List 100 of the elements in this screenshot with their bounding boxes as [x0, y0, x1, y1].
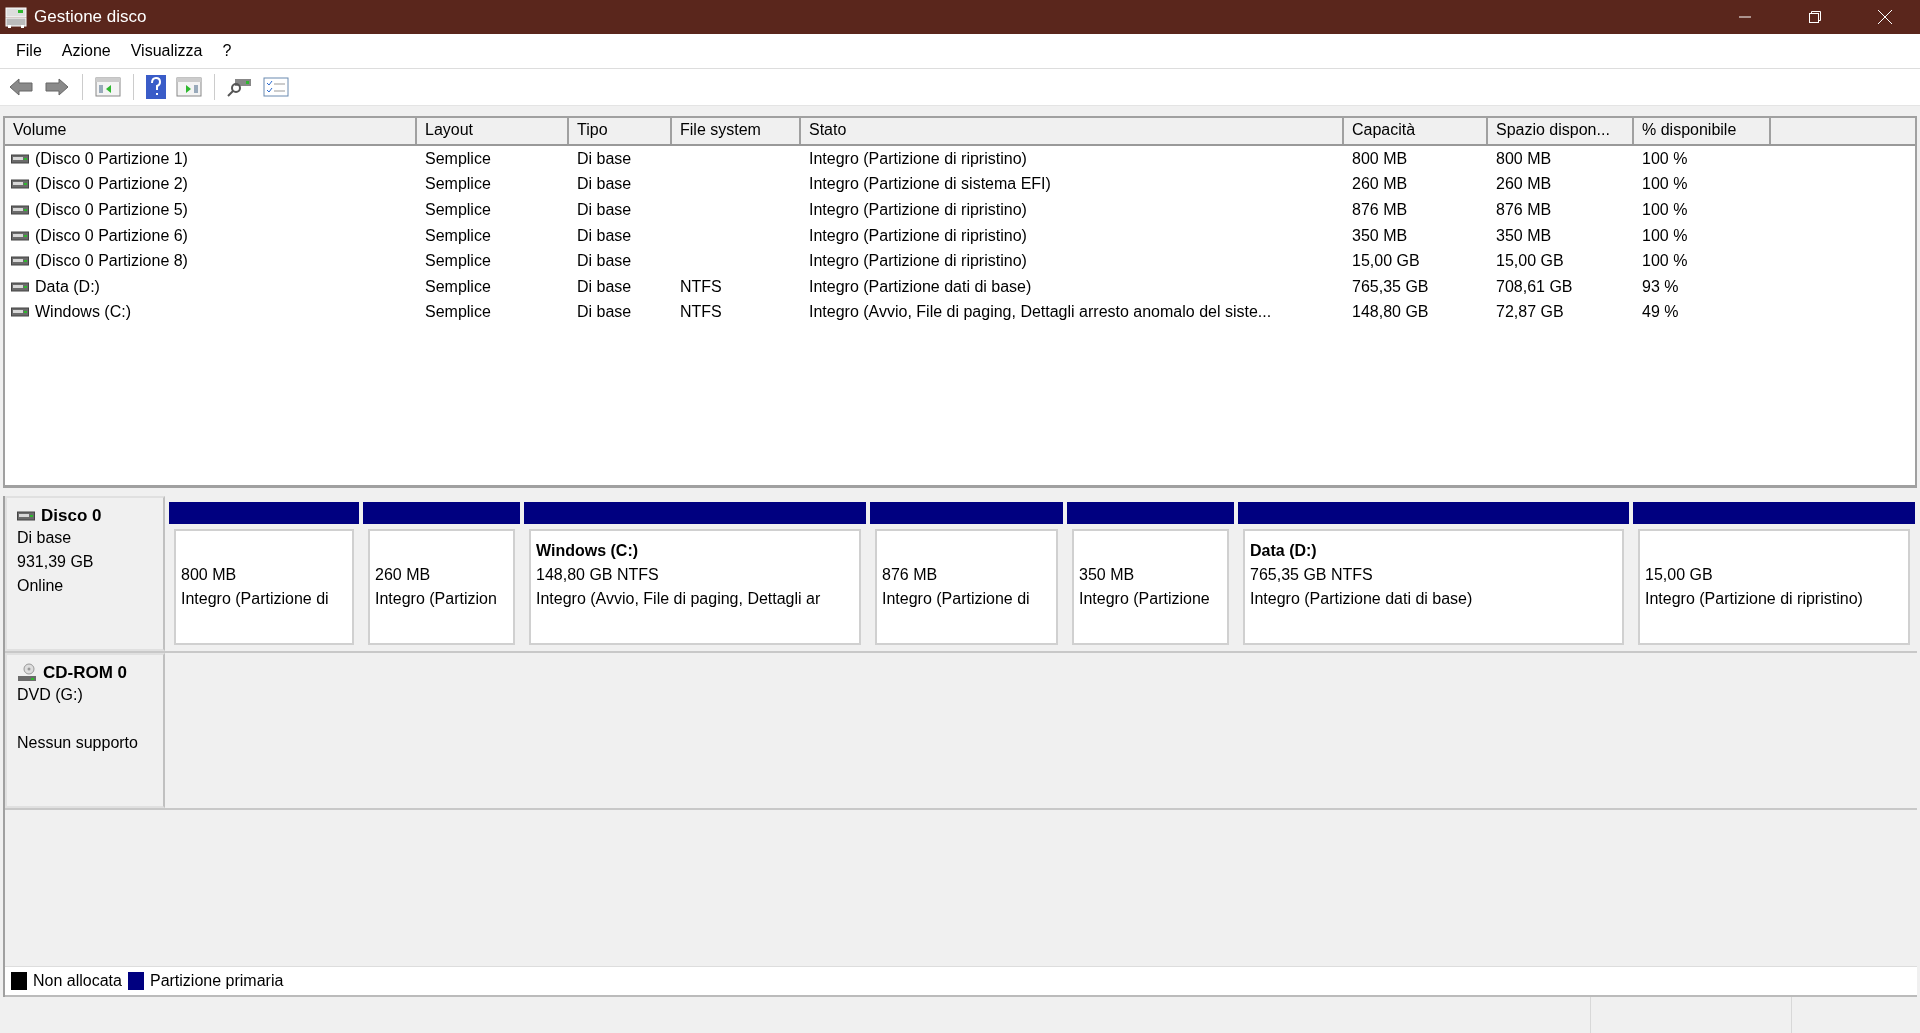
drive-icon — [11, 179, 29, 190]
table-cell: 876 MB — [1352, 201, 1408, 218]
disk-management-icon — [4, 6, 28, 28]
disk-info: DVD (G:) — [17, 686, 83, 703]
table-cell: Di base — [577, 303, 632, 321]
partition-block[interactable]: Windows (C:) 148,80 GB NTFS Integro (Avvio, File di paging, Dettagli ar — [524, 502, 866, 645]
disk-info: Online — [17, 577, 64, 594]
table-cell: 72,87 GB — [1496, 303, 1564, 321]
partition-block[interactable]: 876 MB Integro (Partizione di — [870, 502, 1063, 645]
table-cell: 100 % — [1642, 175, 1688, 193]
column-header[interactable]: Capacità — [1344, 118, 1488, 144]
disk-label-panel[interactable]: CD-ROM 0 DVD (G:) Nessun supporto — [5, 653, 165, 808]
partition-status: Integro (Partizione dati di base) — [1250, 590, 1473, 607]
table-cell: (Disco 0 Partizione 6) — [35, 226, 188, 245]
table-cell: Di base — [577, 201, 632, 218]
table-cell: 15,00 GB — [1496, 252, 1564, 270]
partition-size: 800 MB — [181, 566, 237, 583]
legend-label: Non allocata — [33, 972, 122, 990]
table-cell: 148,80 GB — [1352, 303, 1429, 321]
drive-icon — [11, 307, 29, 318]
table-cell: Integro (Partizione di ripristino) — [809, 252, 1027, 270]
table-cell: Integro (Partizione di ripristino) — [809, 226, 1027, 244]
partition-status: Integro (Partizione di ripristino) — [1645, 590, 1863, 607]
column-header[interactable]: % disponibile — [1634, 118, 1771, 144]
table-cell: Di base — [577, 226, 632, 244]
menu-item[interactable]: File — [6, 38, 52, 64]
partition-size: 148,80 GB NTFS — [536, 566, 659, 583]
drive-icon — [11, 153, 29, 164]
partition-size: 15,00 GB — [1645, 566, 1713, 583]
partition-size: 876 MB — [882, 566, 938, 583]
close-icon — [1878, 10, 1892, 24]
table-cell: Di base — [577, 252, 632, 270]
partition-block[interactable]: 800 MB Integro (Partizione di — [169, 502, 359, 645]
help-button[interactable] — [144, 73, 168, 101]
partition-title: Windows (C:) — [536, 542, 639, 559]
table-cell: 260 MB — [1496, 175, 1552, 193]
partition-status: Integro (Avvio, File di paging, Dettagli ar — [536, 590, 821, 607]
partition-block[interactable]: 350 MB Integro (Partizione — [1067, 502, 1234, 645]
table-cell: (Disco 0 Partizione 2) — [35, 175, 188, 194]
partition-block[interactable]: 260 MB Integro (Partizion — [363, 502, 520, 645]
optical-drive-icon — [17, 663, 37, 683]
table-cell: Integro (Partizione di ripristino) — [809, 201, 1027, 218]
menu-item[interactable]: Visualizza — [120, 38, 213, 64]
table-cell: Semplice — [425, 303, 491, 321]
partition-status: Integro (Partizione di — [181, 590, 329, 607]
table-cell: Semplice — [425, 277, 491, 295]
table-cell: Di base — [577, 277, 632, 295]
table-cell: Semplice — [425, 226, 491, 244]
table-cell: Semplice — [425, 201, 491, 218]
table-cell: (Disco 0 Partizione 1) — [35, 149, 188, 168]
table-cell: (Disco 0 Partizione 5) — [35, 201, 188, 219]
table-cell: 49 % — [1642, 303, 1679, 321]
drive-icon — [11, 281, 29, 292]
partition-status: Integro (Partizione — [1079, 590, 1210, 607]
table-cell: Integro (Partizione di sistema EFI) — [809, 175, 1051, 193]
disk-info: Di base — [17, 529, 72, 546]
table-cell: 100 % — [1642, 201, 1688, 218]
disk-name: CD-ROM 0 — [43, 663, 128, 683]
table-cell: Di base — [577, 175, 632, 193]
column-header[interactable]: Layout — [417, 118, 569, 144]
column-header[interactable]: Tipo — [569, 118, 672, 144]
table-cell: 260 MB — [1352, 175, 1408, 193]
table-cell: 100 % — [1642, 149, 1688, 167]
column-header[interactable]: File system — [672, 118, 801, 144]
table-cell: Data (D:) — [35, 277, 100, 296]
table-cell: 765,35 GB — [1352, 277, 1429, 295]
table-cell: 800 MB — [1496, 149, 1552, 167]
table-cell: 350 MB — [1496, 226, 1552, 244]
table-cell: 15,00 GB — [1352, 252, 1420, 270]
table-cell: Windows (C:) — [35, 303, 131, 322]
partition-size: 260 MB — [375, 566, 431, 583]
partition-block[interactable]: Data (D:) 765,35 GB NTFS Integro (Partizione dati di base) — [1238, 502, 1629, 645]
table-cell: 93 % — [1642, 277, 1679, 295]
partition-size: 765,35 GB NTFS — [1250, 566, 1373, 583]
table-cell: Di base — [577, 149, 632, 167]
partition-block[interactable]: 15,00 GB Integro (Partizione di ripristino) — [1633, 502, 1915, 645]
drive-icon — [11, 205, 29, 215]
column-header[interactable]: Volume — [5, 118, 417, 144]
table-cell: 800 MB — [1352, 149, 1408, 167]
window-title: Gestione disco — [34, 7, 147, 27]
legend-label: Partizione primaria — [149, 972, 284, 990]
disk-label-panel[interactable]: Disco 0 Di base 931,39 GB Online — [5, 496, 165, 651]
partition-title: Data (D:) — [1250, 542, 1317, 559]
table-cell: NTFS — [680, 303, 722, 321]
table-cell: NTFS — [680, 277, 722, 295]
drive-icon — [11, 230, 29, 241]
column-header[interactable]: Spazio dispon... — [1488, 118, 1634, 144]
table-cell: Integro (Avvio, File di paging, Dettagli arresto anomalo del siste... — [809, 303, 1272, 321]
table-cell: (Disco 0 Partizione 8) — [35, 252, 188, 271]
table-cell: 708,61 GB — [1496, 277, 1573, 295]
disk-info: Nessun supporto — [17, 734, 138, 751]
table-cell: 876 MB — [1496, 201, 1552, 218]
table-cell: 100 % — [1642, 252, 1688, 270]
disk-name: Disco 0 — [41, 506, 102, 526]
menu-item[interactable]: ? — [212, 38, 242, 64]
table-cell: Semplice — [425, 149, 491, 167]
column-header[interactable]: Stato — [801, 118, 1344, 144]
table-cell: Semplice — [425, 252, 491, 270]
menu-item[interactable]: Azione — [51, 38, 121, 64]
partition-status: Integro (Partizione di — [882, 590, 1030, 607]
